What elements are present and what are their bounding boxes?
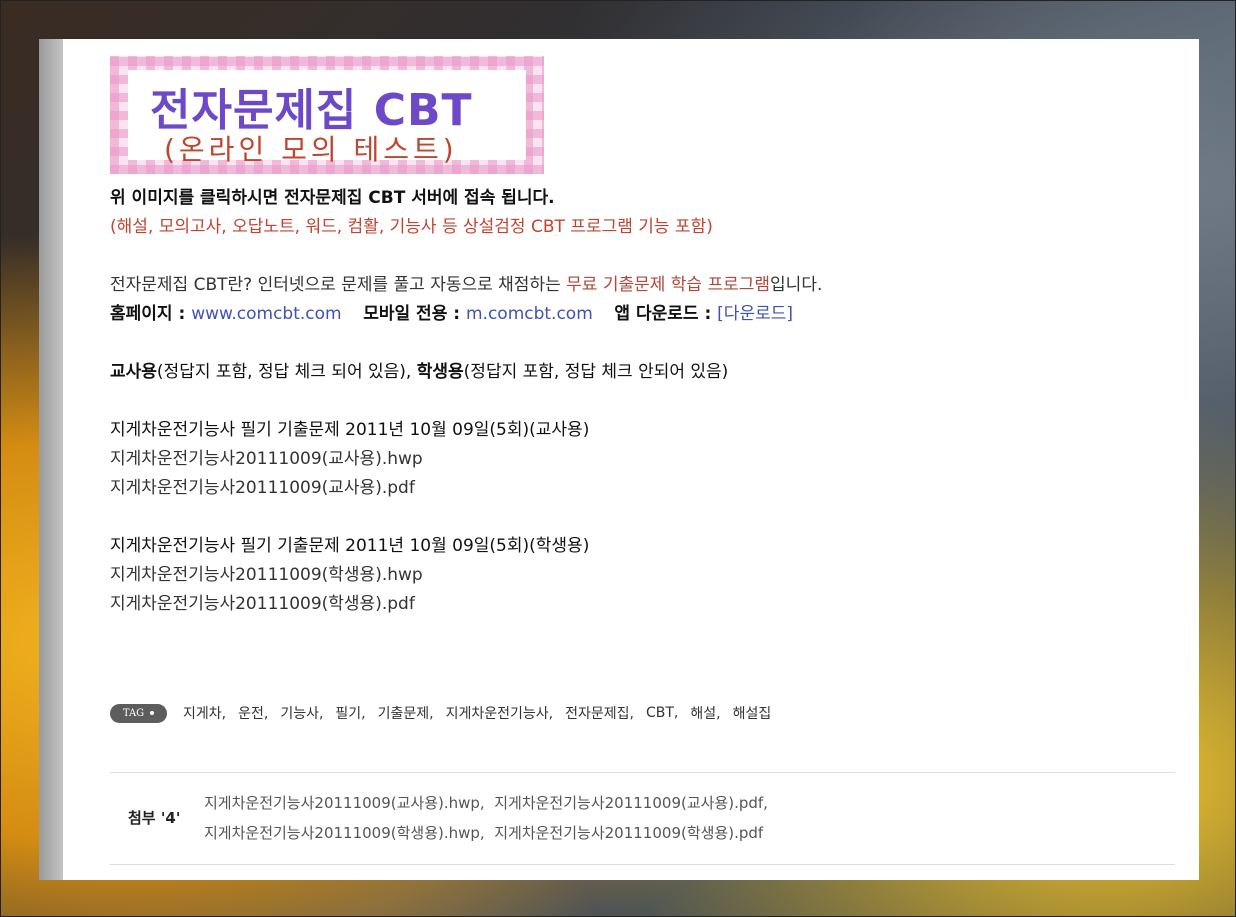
tag-list: TAG 지게차, 운전, 기능사, 필기, 기출문제, 지게차운전기능사, 전자… — [110, 703, 783, 723]
file-link-teacher-hwp[interactable]: 지게차운전기능사20111009(교사용).hwp — [110, 445, 1175, 474]
tag-item[interactable]: 해설집 — [733, 703, 772, 723]
attachment-link[interactable]: 지게차운전기능사20111009(교사용).hwp, — [204, 794, 485, 812]
attachment-link[interactable]: 지게차운전기능사20111009(학생용).pdf — [494, 824, 763, 842]
student-label: 학생용 — [416, 362, 464, 382]
section-heading-teacher: 지게차운전기능사 필기 기출문제 2011년 10월 09일(5회)(교사용) — [110, 420, 590, 440]
click-notice: 위 이미지를 클릭하시면 전자문제집 CBT 서버에 접속 됩니다. — [110, 188, 555, 208]
attachment-link[interactable]: 지게차운전기능사20111009(교사용).pdf, — [494, 794, 768, 812]
tag-item[interactable]: 지게차, — [183, 703, 226, 723]
attachment-link[interactable]: 지게차운전기능사20111009(학생용).hwp, — [204, 824, 485, 842]
desc-highlight: 무료 기출문제 학습 프로그램 — [566, 275, 771, 295]
desc-prefix: 전자문제집 CBT란? 인터넷으로 문제를 풀고 자동으로 채점하는 — [110, 275, 567, 295]
post-frame: 전자문제집 CBT (온라인 모의 테스트) 위 이미지를 클릭하시면 전자문제… — [39, 39, 1199, 880]
home-link[interactable]: www.comcbt.com — [191, 304, 341, 324]
attachments-row: 지게차운전기능사20111009(학생용).hwp, 지게차운전기능사20111… — [204, 818, 768, 848]
tag-badge-text: TAG — [122, 707, 145, 719]
features-note: (해설, 모의고사, 오답노트, 워드, 컴활, 기능사 등 상설검정 CBT … — [110, 213, 1175, 242]
student-desc: (정답지 포함, 정답 체크 안되어 있음) — [463, 362, 729, 382]
attachments-box: 첨부 '4' 지게차운전기능사20111009(교사용).hwp, 지게차운전기… — [110, 772, 1175, 865]
tag-item[interactable]: 기능사, — [280, 703, 323, 723]
features-text: (해설, 모의고사, 오답노트, 워드, 컴활, 기능사 등 상설검정 CBT … — [110, 217, 713, 237]
tag-item[interactable]: 해설, — [690, 703, 720, 723]
file-link-student-hwp[interactable]: 지게차운전기능사20111009(학생용).hwp — [110, 561, 1175, 590]
cbt-banner-image[interactable]: 전자문제집 CBT (온라인 모의 테스트) — [110, 56, 544, 174]
tag-item[interactable]: 기출문제, — [378, 703, 434, 723]
app-download-link[interactable]: [다운로드] — [717, 304, 793, 324]
teacher-desc: (정답지 포함, 정답 체크 되어 있음), — [156, 362, 417, 382]
tag-item[interactable]: CBT, — [646, 705, 678, 721]
cbt-description: 전자문제집 CBT란? 인터넷으로 문제를 풀고 자동으로 채점하는 무료 기출… — [110, 271, 1175, 300]
teacher-label: 교사용 — [110, 362, 157, 382]
mobile-label: 모바일 전용 : — [363, 304, 466, 324]
file-link-teacher-pdf[interactable]: 지게차운전기능사20111009(교사용).pdf — [110, 474, 1175, 503]
tag-dot-icon — [150, 711, 155, 715]
tag-item[interactable]: 전자문제집, — [565, 703, 634, 723]
tag-item[interactable]: 운전, — [238, 703, 268, 723]
usage-line: 교사용(정답지 포함, 정답 체크 되어 있음), 학생용(정답지 포함, 정답… — [110, 358, 1175, 387]
banner-subtitle: (온라인 모의 테스트) — [164, 133, 458, 166]
mobile-link[interactable]: m.comcbt.com — [466, 304, 593, 324]
attachments-list: 지게차운전기능사20111009(교사용).hwp, 지게차운전기능사20111… — [204, 788, 768, 848]
banner-inner: 전자문제집 CBT (온라인 모의 테스트) — [128, 70, 526, 166]
tag-item[interactable]: 필기, — [335, 703, 365, 723]
tag-badge: TAG — [110, 703, 167, 723]
desc-suffix: 입니다. — [770, 275, 823, 295]
attachments-row: 지게차운전기능사20111009(교사용).hwp, 지게차운전기능사20111… — [204, 788, 768, 818]
home-label: 홈페이지 : — [110, 304, 192, 324]
tag-item[interactable]: 지게차운전기능사, — [446, 703, 554, 723]
section-heading-student: 지게차운전기능사 필기 기출문제 2011년 10월 09일(5회)(학생용) — [110, 536, 590, 556]
attachments-label: 첨부 '4' — [128, 809, 181, 827]
frame-shadow — [39, 39, 63, 880]
file-link-student-pdf[interactable]: 지게차운전기능사20111009(학생용).pdf — [110, 590, 1175, 619]
links-line: 홈페이지 : www.comcbt.com 모바일 전용 : m.comcbt.… — [110, 300, 1175, 329]
app-label: 앱 다운로드 : — [614, 304, 718, 324]
post-content: 전자문제집 CBT (온라인 모의 테스트) 위 이미지를 클릭하시면 전자문제… — [110, 56, 1175, 619]
